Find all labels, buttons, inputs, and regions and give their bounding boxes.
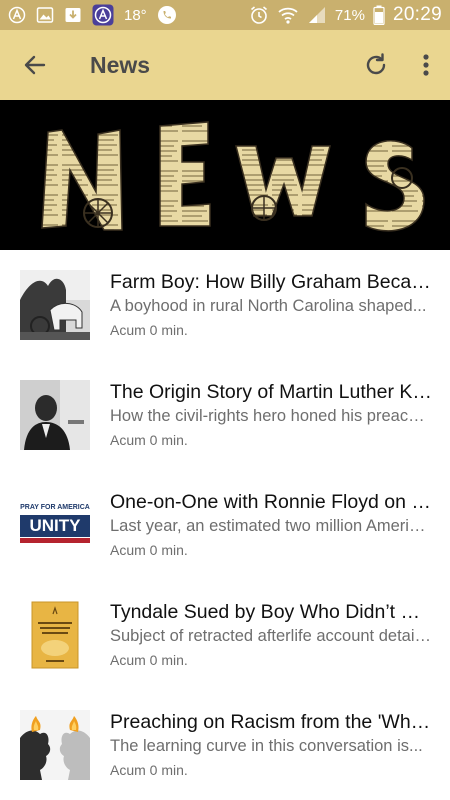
- battery-percent: 71%: [334, 6, 365, 24]
- news-item-title: Farm Boy: How Billy Graham Became...: [110, 271, 432, 293]
- news-thumbnail-mlk: [20, 380, 90, 450]
- news-thumbnail-book-cover: [20, 600, 90, 670]
- news-item-summary: A boyhood in rural North Carolina shaped…: [110, 297, 427, 315]
- news-item[interactable]: Farm Boy: How Billy Graham Became... A b…: [0, 250, 450, 360]
- status-bar-left: 18°: [8, 4, 177, 26]
- news-item-summary: How the civil-rights hero honed his prea…: [110, 407, 432, 425]
- news-item[interactable]: Preaching on Racism from the 'White... T…: [0, 690, 450, 800]
- news-item-time: Acum 0 min.: [110, 762, 188, 778]
- page-title: News: [90, 51, 151, 78]
- news-item-text: The Origin Story of Martin Luther King..…: [110, 380, 432, 449]
- a-circle-icon: [8, 6, 26, 24]
- news-item-time: Acum 0 min.: [110, 322, 188, 338]
- news-item-time: Acum 0 min.: [110, 542, 188, 558]
- banner-letter-w: [235, 145, 331, 221]
- news-item-text: Preaching on Racism from the 'White... T…: [110, 710, 432, 779]
- banner-letter-s: [365, 140, 425, 232]
- app-a-icon: [92, 4, 114, 26]
- news-item-time: Acum 0 min.: [110, 432, 188, 448]
- news-thumbnail-unity: PRAY FOR AMERICA UNITY: [20, 490, 90, 560]
- phone-icon: [157, 5, 177, 25]
- news-item-title: Tyndale Sued by Boy Who Didn’t Come...: [110, 601, 432, 623]
- news-item[interactable]: PRAY FOR AMERICA UNITY One-on-One with R…: [0, 470, 450, 580]
- more-vert-icon: [423, 54, 429, 76]
- news-item-text: Farm Boy: How Billy Graham Became... A b…: [110, 270, 432, 339]
- news-thumbnail-farm-boy: [20, 270, 90, 340]
- app-bar: News: [0, 30, 450, 100]
- news-item-text: One-on-One with Ronnie Floyd on the... L…: [110, 490, 432, 559]
- news-item-text: Tyndale Sued by Boy Who Didn’t Come... S…: [110, 600, 432, 669]
- refresh-icon: [366, 53, 386, 75]
- download-icon: [64, 6, 82, 24]
- wifi-icon: [277, 5, 299, 25]
- gallery-icon: [36, 6, 54, 24]
- news-item[interactable]: The Origin Story of Martin Luther King..…: [0, 360, 450, 470]
- alarm-icon: [249, 5, 269, 25]
- status-bar-right: 71% 20:29: [249, 4, 442, 26]
- news-banner-image: [41, 121, 425, 232]
- news-item-title: The Origin Story of Martin Luther King..…: [110, 381, 432, 403]
- news-item[interactable]: Tyndale Sued by Boy Who Didn’t Come... S…: [0, 580, 450, 690]
- news-item-summary: The learning curve in this conversation …: [110, 737, 423, 755]
- clock: 20:29: [392, 4, 442, 25]
- news-banner: [0, 100, 450, 250]
- news-list: Farm Boy: How Billy Graham Became... A b…: [0, 250, 450, 800]
- app-bar-actions: [350, 30, 450, 100]
- signal-icon: [307, 6, 327, 24]
- battery-icon: [373, 5, 385, 25]
- news-item-summary: Subject of retracted afterlife account d…: [110, 627, 432, 645]
- status-bar: 18° 71% 20:29: [0, 0, 450, 30]
- arrow-left-icon: [24, 55, 46, 75]
- news-thumbnail-faces: [20, 710, 90, 780]
- banner-letter-n: [41, 129, 123, 231]
- refresh-button[interactable]: [350, 30, 402, 100]
- news-item-title: One-on-One with Ronnie Floyd on the...: [110, 491, 432, 513]
- thumb-caption-pray: PRAY FOR AMERICA: [20, 504, 90, 511]
- more-options-button[interactable]: [402, 30, 450, 100]
- temperature-label: 18°: [124, 6, 147, 24]
- news-item-time: Acum 0 min.: [110, 652, 188, 668]
- banner-letter-e: [159, 121, 211, 227]
- thumb-caption-unity: UNITY: [20, 515, 90, 537]
- back-button[interactable]: [0, 30, 70, 100]
- news-item-title: Preaching on Racism from the 'White...: [110, 711, 432, 733]
- news-item-summary: Last year, an estimated two million Amer…: [110, 517, 432, 535]
- thumb-stripe: [20, 538, 90, 543]
